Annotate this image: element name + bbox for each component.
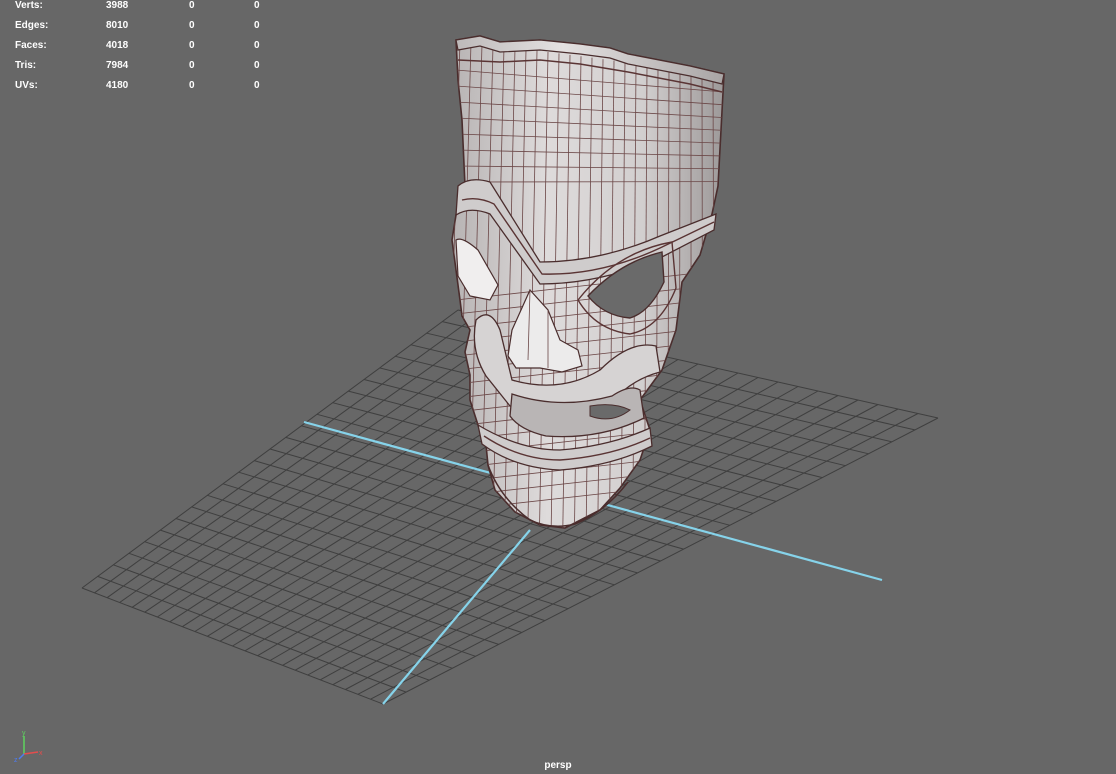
hud-value: 0	[254, 20, 260, 31]
hud-label: Faces:	[15, 40, 47, 51]
hud-label: Tris:	[15, 60, 37, 71]
hud-value: 0	[189, 0, 195, 11]
tiki-mask-mesh	[451, 35, 725, 529]
hud-value: 8010	[106, 20, 129, 31]
grid-line	[370, 413, 919, 700]
hud-label: UVs:	[15, 80, 38, 91]
hud-value: 0	[254, 40, 260, 51]
hud-value: 4180	[106, 80, 129, 91]
grid-z-axis	[382, 529, 531, 705]
hud-value: 0	[254, 80, 260, 91]
persp-viewport[interactable]: Verts: 3988 0 0 Edges: 8010 0 0 Faces: 4…	[0, 0, 1116, 774]
hud-value: 0	[189, 20, 195, 31]
grid-line	[175, 518, 522, 633]
hud-value: 0	[189, 80, 195, 91]
hud-value: 7984	[106, 60, 129, 71]
hud-value: 3988	[106, 0, 129, 11]
hud-value: 0	[189, 60, 195, 71]
axis-x-label: x	[39, 750, 43, 757]
hud-value: 0	[254, 0, 260, 11]
mesh-edge	[723, 74, 724, 528]
hud-label: Verts:	[15, 0, 43, 11]
hud-value: 0	[189, 40, 195, 51]
hud-value: 4018	[106, 40, 129, 51]
axis-y-label: y	[22, 730, 26, 737]
grid-line	[382, 417, 939, 705]
scene-canvas[interactable]	[0, 0, 1116, 774]
camera-name-label: persp	[544, 760, 572, 771]
hud-value: 0	[254, 60, 260, 71]
hud-label: Edges:	[15, 20, 49, 31]
grid-line	[207, 494, 569, 610]
axis-gizmo: y x z	[14, 730, 43, 764]
